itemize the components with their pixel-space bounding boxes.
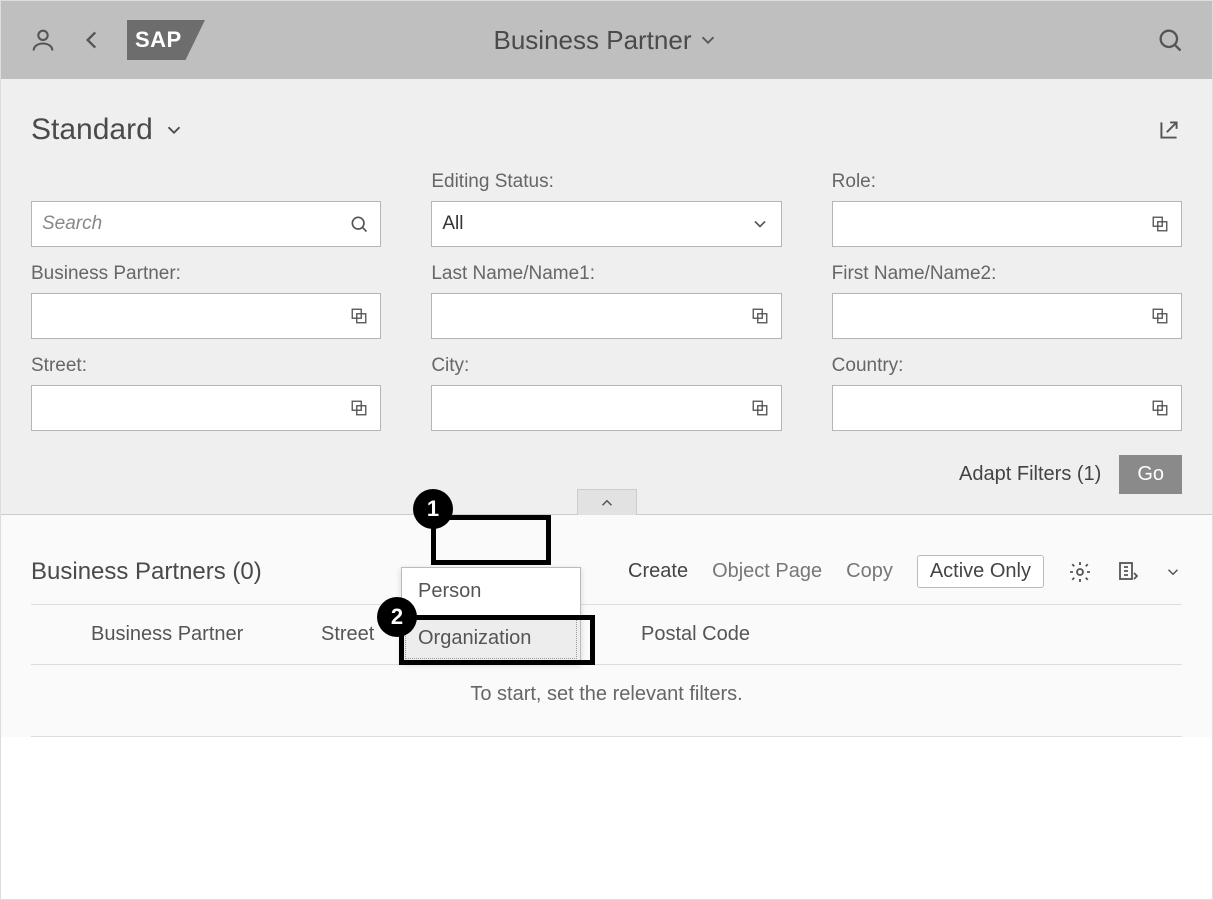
first-name-input[interactable] xyxy=(843,305,1149,327)
value-help-icon[interactable] xyxy=(1149,213,1171,235)
value-help-icon[interactable] xyxy=(1149,397,1171,419)
page-title[interactable]: Business Partner xyxy=(494,25,692,56)
search-icon[interactable] xyxy=(1156,26,1184,54)
create-menu-organization[interactable]: Organization xyxy=(402,615,580,662)
title-chevron-down-icon[interactable] xyxy=(697,29,719,51)
business-partner-field: Business Partner: xyxy=(31,263,381,339)
export-chevron-down-icon[interactable] xyxy=(1164,563,1182,581)
city-field: City: xyxy=(431,355,781,431)
header-left: SAP xyxy=(29,20,205,60)
export-icon[interactable] xyxy=(1116,560,1140,584)
street-label: Street: xyxy=(31,355,381,379)
role-label: Role: xyxy=(832,171,1182,195)
search-input[interactable] xyxy=(42,213,348,235)
editing-status-field: Editing Status: All xyxy=(431,171,781,247)
search-field xyxy=(31,171,381,247)
last-name-field: Last Name/Name1: xyxy=(431,263,781,339)
business-partner-input-wrap xyxy=(31,293,381,339)
last-name-input-wrap xyxy=(431,293,781,339)
create-menu-person[interactable]: Person xyxy=(402,568,580,615)
user-icon[interactable] xyxy=(29,26,57,54)
chevron-down-icon xyxy=(749,213,771,235)
object-page-button[interactable]: Object Page xyxy=(712,560,822,583)
business-partner-label: Business Partner: xyxy=(31,263,381,287)
value-help-icon[interactable] xyxy=(1149,305,1171,327)
header-right xyxy=(1156,26,1184,54)
city-label: City: xyxy=(431,355,781,379)
go-button[interactable]: Go xyxy=(1119,455,1182,494)
col-business-partner: Business Partner xyxy=(51,623,321,646)
create-menu: Person Organization xyxy=(401,567,581,663)
search-label xyxy=(31,171,381,195)
sap-logo: SAP xyxy=(127,20,205,60)
country-input-wrap xyxy=(832,385,1182,431)
editing-status-label: Editing Status: xyxy=(431,171,781,195)
search-input-wrap xyxy=(31,201,381,247)
role-input[interactable] xyxy=(843,213,1149,235)
street-field: Street: xyxy=(31,355,381,431)
table-section: Business Partners (0) Create Object Page… xyxy=(1,515,1212,737)
collapse-filter-handle[interactable] xyxy=(577,489,637,515)
value-help-icon[interactable] xyxy=(749,305,771,327)
last-name-label: Last Name/Name1: xyxy=(431,263,781,287)
chevron-down-icon xyxy=(163,119,185,141)
back-icon[interactable] xyxy=(79,27,105,53)
table-toolbar: Business Partners (0) Create Object Page… xyxy=(31,555,1182,605)
first-name-label: First Name/Name2: xyxy=(832,263,1182,287)
create-button[interactable]: Create xyxy=(628,560,688,583)
search-input-icon[interactable] xyxy=(348,213,370,235)
variant-row: Standard xyxy=(31,99,1182,171)
business-partner-input[interactable] xyxy=(42,305,348,327)
country-label: Country: xyxy=(832,355,1182,379)
variant-selector[interactable]: Standard xyxy=(31,113,185,147)
city-input-wrap xyxy=(431,385,781,431)
copy-button[interactable]: Copy xyxy=(846,560,893,583)
value-help-icon[interactable] xyxy=(348,397,370,419)
first-name-input-wrap xyxy=(832,293,1182,339)
value-help-icon[interactable] xyxy=(749,397,771,419)
app-window: SAP Business Partner Standard xyxy=(0,0,1213,900)
col-postal-code: Postal Code xyxy=(641,623,821,646)
city-input[interactable] xyxy=(442,397,748,419)
variant-name: Standard xyxy=(31,113,153,147)
street-input[interactable] xyxy=(42,397,348,419)
editing-status-select[interactable]: All xyxy=(431,201,781,247)
table-column-headers: Business Partner Street City Postal Code xyxy=(31,605,1182,665)
app-header: SAP Business Partner xyxy=(1,1,1212,79)
table-title: Business Partners (0) xyxy=(31,558,262,586)
country-input[interactable] xyxy=(843,397,1149,419)
value-help-icon[interactable] xyxy=(348,305,370,327)
chevron-up-icon xyxy=(598,494,616,512)
annotation-badge-1: 1 xyxy=(413,489,453,529)
last-name-input[interactable] xyxy=(442,305,748,327)
street-input-wrap xyxy=(31,385,381,431)
filter-grid: Editing Status: All Role: xyxy=(31,171,1182,455)
role-input-wrap xyxy=(832,201,1182,247)
settings-icon[interactable] xyxy=(1068,560,1092,584)
country-field: Country: xyxy=(832,355,1182,431)
role-field: Role: xyxy=(832,171,1182,247)
adapt-filters-link[interactable]: Adapt Filters (1) xyxy=(959,463,1101,486)
first-name-field: First Name/Name2: xyxy=(832,263,1182,339)
editing-status-value: All xyxy=(442,213,748,235)
col-spacer xyxy=(821,623,1162,646)
active-only-toggle[interactable]: Active Only xyxy=(917,555,1044,588)
share-icon[interactable] xyxy=(1156,117,1182,143)
annotation-badge-2: 2 xyxy=(377,597,417,637)
table-empty-text: To start, set the relevant filters. xyxy=(31,665,1182,737)
filter-bar: Standard xyxy=(1,79,1212,515)
